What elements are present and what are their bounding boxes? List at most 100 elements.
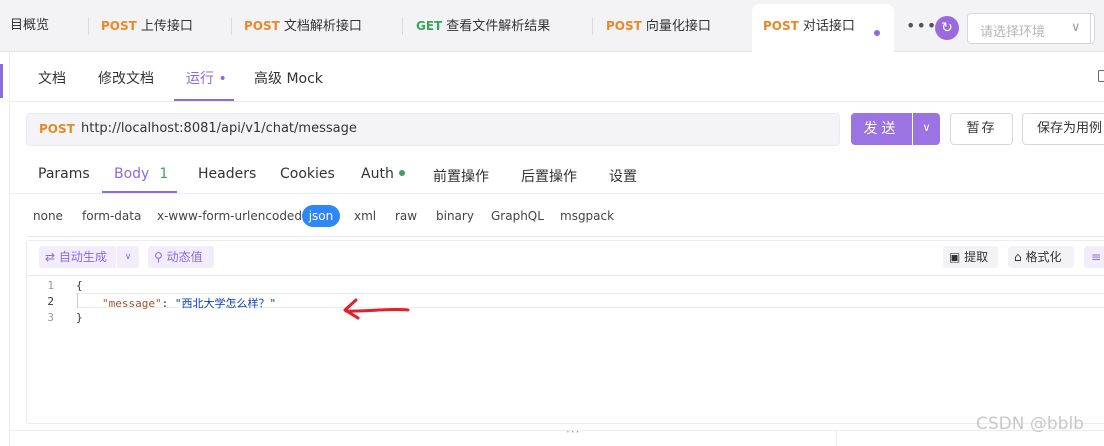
chevron-down-icon: ∨ xyxy=(1071,20,1081,35)
left-active-strip xyxy=(0,64,3,98)
json-value: "西北大学怎么样？" xyxy=(174,297,277,310)
tab-separator xyxy=(402,17,403,35)
env-select[interactable]: 请选择环境 ∨ xyxy=(967,13,1095,44)
divider xyxy=(10,430,1104,431)
dynamic-value-label: 动态值 xyxy=(166,250,203,264)
tab-vectorize[interactable]: POST 向量化接口 xyxy=(606,14,711,38)
code-line-2: "message": "西北大学怎么样？" xyxy=(102,295,276,311)
send-button[interactable]: 发送 xyxy=(851,113,912,145)
save-button[interactable]: 暂存 xyxy=(950,113,1013,145)
divider xyxy=(26,236,1104,237)
method-badge: POST xyxy=(606,19,642,33)
body-type-none[interactable]: none xyxy=(33,209,63,223)
dynamic-value-button[interactable]: ⚲ 动态值 xyxy=(148,246,214,268)
tab-overview[interactable]: 目概览 xyxy=(10,14,49,38)
tab-label: 文档解析接口 xyxy=(283,19,362,34)
tab-params[interactable]: Params xyxy=(38,166,90,182)
divider xyxy=(10,193,1104,194)
tab-post-ops[interactable]: 后置操作 xyxy=(521,166,577,186)
tab-chat[interactable]: POST 对话接口 xyxy=(763,14,855,38)
code-open-brace: { xyxy=(76,279,83,292)
swap-icon: ⇄ xyxy=(45,250,59,264)
tab-pre-ops[interactable]: 前置操作 xyxy=(433,166,489,186)
code-close-brace: } xyxy=(76,311,83,324)
tab-label: 对话接口 xyxy=(802,19,855,34)
body-count-badge: 1 xyxy=(159,166,169,182)
wrap-icon[interactable]: ≡ xyxy=(1084,246,1104,268)
tab-auth[interactable]: Auth xyxy=(361,166,405,182)
tab-label: 向量化接口 xyxy=(645,19,711,34)
extract-icon: ▣ xyxy=(949,250,965,264)
method-badge: POST xyxy=(763,19,799,33)
tab-settings[interactable]: 设置 xyxy=(609,166,637,186)
subtab-run[interactable]: 运行 • xyxy=(186,68,227,88)
document-icon[interactable] xyxy=(1098,70,1104,82)
tab-separator xyxy=(592,17,593,35)
tab-label: Body xyxy=(114,166,150,182)
tab-cookies[interactable]: Cookies xyxy=(280,166,335,182)
subtab-docs[interactable]: 文档 xyxy=(38,68,66,88)
tab-label: 上传接口 xyxy=(140,19,193,34)
auth-status-dot-icon xyxy=(398,170,405,176)
left-divider xyxy=(9,52,10,446)
json-key: "message" xyxy=(102,297,162,310)
magic-wand-icon: ⚲ xyxy=(154,250,167,264)
body-type-binary[interactable]: binary xyxy=(436,209,474,223)
url-input[interactable]: POST http://localhost:8081/api/v1/chat/m… xyxy=(26,113,840,146)
auto-generate-button[interactable]: ⇄ 自动生成 xyxy=(39,246,116,268)
tab-upload[interactable]: POST 上传接口 xyxy=(101,14,193,38)
format-icon: ⌂ xyxy=(1014,250,1026,264)
auto-generate-label: 自动生成 xyxy=(58,250,107,264)
line-number: 1 xyxy=(47,279,54,292)
url-text: http://localhost:8081/api/v1/chat/messag… xyxy=(81,121,357,136)
resize-handle[interactable]: ··· xyxy=(566,425,580,439)
env-refresh-icon[interactable]: ↻ xyxy=(935,16,959,40)
divider xyxy=(10,101,1104,102)
tab-label: Cookies xyxy=(280,166,335,182)
tab-parse-result[interactable]: GET 查看文件解析结果 xyxy=(416,14,550,38)
body-type-graphql[interactable]: GraphQL xyxy=(491,209,544,223)
body-type-xml[interactable]: xml xyxy=(354,209,376,223)
tab-label: 后置操作 xyxy=(521,169,577,185)
extract-label: 提取 xyxy=(964,250,989,264)
watermark: CSDN @bblb xyxy=(976,414,1084,434)
save-as-case-button[interactable]: 保存为用例 xyxy=(1022,113,1104,145)
send-dropdown-icon[interactable]: ∨ xyxy=(913,113,940,145)
line-number: 3 xyxy=(47,311,54,324)
tab-doc-parse[interactable]: POST 文档解析接口 xyxy=(244,14,362,38)
annotation-arrow-icon xyxy=(343,298,410,320)
indent-guide xyxy=(77,293,78,308)
method-badge: POST xyxy=(101,19,137,33)
method-badge: POST xyxy=(244,19,280,33)
tab-label: 目概览 xyxy=(10,18,50,33)
tab-label: Headers xyxy=(198,166,257,182)
subtab-edit-docs[interactable]: 修改文档 xyxy=(98,68,154,88)
tab-separator xyxy=(231,17,232,35)
extract-button[interactable]: ▣ 提取 xyxy=(943,246,998,268)
body-type-form-data[interactable]: form-data xyxy=(82,209,141,223)
divider xyxy=(836,430,837,446)
divider xyxy=(1090,14,1091,43)
subtab-mock[interactable]: 高级 Mock xyxy=(254,68,323,88)
tab-headers[interactable]: Headers xyxy=(198,166,256,182)
more-icon[interactable]: ••• xyxy=(906,18,937,34)
chevron-down-icon[interactable]: ∨ xyxy=(117,246,139,268)
json-colon: : xyxy=(161,297,175,310)
tab-body[interactable]: Body 1 xyxy=(114,166,168,182)
method-badge: GET xyxy=(416,19,443,33)
tab-label: 设置 xyxy=(609,169,637,185)
body-type-msgpack[interactable]: msgpack xyxy=(560,209,614,223)
tab-label: 查看文件解析结果 xyxy=(446,19,551,34)
tab-separator xyxy=(88,17,89,35)
body-type-raw[interactable]: raw xyxy=(395,209,417,223)
format-button[interactable]: ⌂ 格式化 xyxy=(1008,246,1074,268)
body-type-json[interactable]: json xyxy=(302,205,340,227)
tab-label: Params xyxy=(38,166,90,182)
format-label: 格式化 xyxy=(1025,250,1062,264)
method-select[interactable]: POST xyxy=(39,122,75,136)
body-type-urlencoded[interactable]: x-www-form-urlencoded xyxy=(157,209,302,223)
tab-label: Auth xyxy=(361,166,394,182)
unsaved-dot-icon xyxy=(874,30,880,36)
line-number: 2 xyxy=(47,295,54,308)
env-placeholder: 请选择环境 xyxy=(980,25,1046,40)
